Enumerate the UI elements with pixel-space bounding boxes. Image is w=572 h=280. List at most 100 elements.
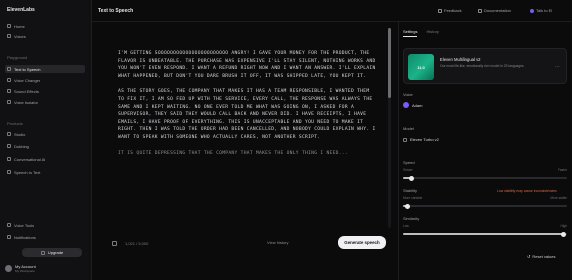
sidebar-item-label: Studio — [14, 131, 26, 137]
account-menu[interactable]: My Account My Workspace — [5, 262, 85, 274]
model-thumbnail: 11.0 — [408, 54, 434, 80]
sidebar-item-label: Notifications — [14, 234, 36, 240]
slider-handle[interactable] — [408, 175, 414, 181]
section-playground-label: Playground — [7, 55, 28, 60]
feedback-button[interactable]: Feedback — [438, 8, 462, 13]
voices-icon — [7, 34, 11, 38]
text-count-icon — [112, 240, 117, 246]
model-card[interactable]: 11.0 Eleven Multilingual v2 Our most lif… — [403, 48, 567, 84]
orb-icon — [530, 8, 534, 13]
voice-changer-icon — [7, 78, 11, 82]
sidebar-item-text-to-speech[interactable]: Text to Speech — [5, 65, 85, 73]
editor-footer: 1,021 / 5,000 View history Generate spee… — [112, 236, 388, 250]
editor-textarea[interactable]: I'M GETTING SOOOOOOOOOOOOOOOOOOOOOOO ANG… — [118, 50, 376, 165]
slider-handle[interactable] — [405, 203, 411, 209]
stability-min-label: More variable — [403, 196, 423, 200]
sidebar-item-home[interactable]: Home — [5, 22, 85, 30]
speed-max-label: Faster — [557, 168, 567, 172]
sidebar-item-label: Dubbing — [14, 143, 29, 149]
voice-label: Voice — [403, 92, 413, 97]
talk-button[interactable]: Talk to El — [530, 8, 552, 13]
editor-paragraph: AS THE STORY GOES, THE COMPANY THAT MAKE… — [118, 89, 376, 140]
slider-track[interactable] — [403, 205, 567, 207]
stability-warning: Low stability may cause inconsistencies — [497, 189, 557, 193]
settings-panel: Settings History 11.0 Eleven Multilingua… — [398, 22, 572, 280]
stability-max-label: More stable — [550, 196, 567, 200]
documentation-link[interactable]: Documentation — [478, 8, 511, 13]
stability-label: Stability — [403, 188, 418, 193]
model-label: Model — [403, 126, 414, 131]
sidebar-item-conversational-ai[interactable]: Conversational AI — [5, 155, 85, 163]
sidebar-item-notifications[interactable]: Notifications — [5, 233, 85, 241]
editor-paragraph: IT IS QUITE DEPRESSING THAT THE COMPANY … — [118, 150, 348, 156]
sound-effects-icon — [7, 89, 11, 93]
bell-icon — [7, 235, 11, 239]
similarity-label: Similarity — [403, 216, 420, 221]
reset-icon: ↺ — [527, 254, 531, 259]
editor-scrollbar[interactable] — [388, 28, 391, 228]
reset-values-button[interactable]: ↺ Reset values — [527, 254, 555, 259]
home-icon — [7, 24, 11, 28]
sidebar-item-voice-tools[interactable]: Voice Tools — [5, 221, 85, 229]
tools-icon — [7, 223, 11, 227]
studio-icon — [7, 132, 11, 136]
model-name: Eleven Multilingual v2 — [440, 57, 481, 62]
sidebar-item-label: Voice Changer — [14, 77, 41, 83]
upgrade-label: Upgrade — [47, 250, 64, 255]
voice-select[interactable]: Adam — [403, 102, 422, 108]
sidebar-item-voice-isolator[interactable]: Voice Isolator — [5, 98, 85, 106]
sidebar-item-voices[interactable]: Voices — [5, 32, 85, 40]
sidebar-item-speech-to-text[interactable]: Speech to Text — [5, 168, 85, 176]
text-editor[interactable]: I'M GETTING SOOOOOOOOOOOOOOOOOOOOOOO ANG… — [92, 22, 398, 280]
sidebar-item-label: Voice Tools — [14, 222, 35, 228]
talk-label: Talk to El — [536, 8, 553, 13]
isolator-icon — [7, 100, 11, 104]
similarity-min-label: Low — [403, 224, 409, 228]
documentation-label: Documentation — [484, 8, 511, 13]
panel-tabs: Settings History — [403, 29, 439, 37]
sidebar-item-studio[interactable]: Studio — [5, 130, 85, 138]
editor-paragraph: I'M GETTING SOOOOOOOOOOOOOOOOOOOOOOO ANG… — [118, 51, 376, 79]
scroll-thumb[interactable] — [388, 28, 391, 98]
character-count: 1,021 / 5,000 — [125, 240, 149, 246]
chat-icon — [7, 157, 11, 161]
voice-avatar — [403, 102, 409, 108]
page-title: Text to Speech — [98, 8, 134, 14]
sidebar-item-label: Voices — [14, 33, 26, 39]
view-history-button[interactable]: View history — [267, 240, 289, 245]
slider-fill — [403, 233, 564, 235]
dubbing-icon — [7, 144, 11, 148]
section-products-label: Products — [7, 121, 23, 126]
slider-track[interactable] — [403, 177, 567, 179]
upgrade-button[interactable]: Upgrade — [22, 248, 82, 257]
similarity-max-label: High — [560, 224, 567, 228]
book-icon — [478, 8, 482, 13]
sidebar-item-label: Conversational AI — [14, 156, 46, 162]
sidebar-item-label: Sound Effects — [14, 88, 39, 94]
speech-icon — [7, 67, 11, 71]
tab-history[interactable]: History — [426, 29, 438, 37]
generate-speech-button[interactable]: Generate speech — [338, 236, 386, 249]
voice-value: Adam — [412, 102, 423, 108]
model-select[interactable]: Eleven Turbo v2 — [403, 137, 439, 142]
sidebar-item-label: Voice Isolator — [14, 99, 39, 105]
sidebar: ElevenLabs Home Voices Playground Text t… — [0, 0, 92, 280]
sidebar-item-voice-changer[interactable]: Voice Changer — [5, 76, 85, 84]
brand-logo: ElevenLabs — [7, 7, 35, 13]
avatar — [5, 264, 12, 272]
sidebar-item-label: Text to Speech — [14, 66, 41, 72]
sidebar-item-label: Speech to Text — [14, 169, 41, 175]
model-description: Our most life-like, emotionally rich mod… — [440, 64, 525, 68]
sidebar-item-dubbing[interactable]: Dubbing — [5, 142, 85, 150]
tab-settings[interactable]: Settings — [403, 29, 418, 37]
sparkle-icon — [40, 250, 45, 255]
transcribe-icon — [7, 170, 11, 174]
feedback-label: Feedback — [444, 8, 462, 13]
model-value: Eleven Turbo v2 — [410, 137, 439, 142]
slider-handle[interactable] — [561, 231, 567, 237]
more-icon[interactable]: ⋯ — [555, 64, 560, 70]
account-name: My Account — [15, 263, 36, 269]
workspace-name: My Workspace — [15, 268, 35, 273]
speed-min-label: Slower — [403, 168, 413, 172]
sidebar-item-sound-effects[interactable]: Sound Effects — [5, 87, 85, 95]
